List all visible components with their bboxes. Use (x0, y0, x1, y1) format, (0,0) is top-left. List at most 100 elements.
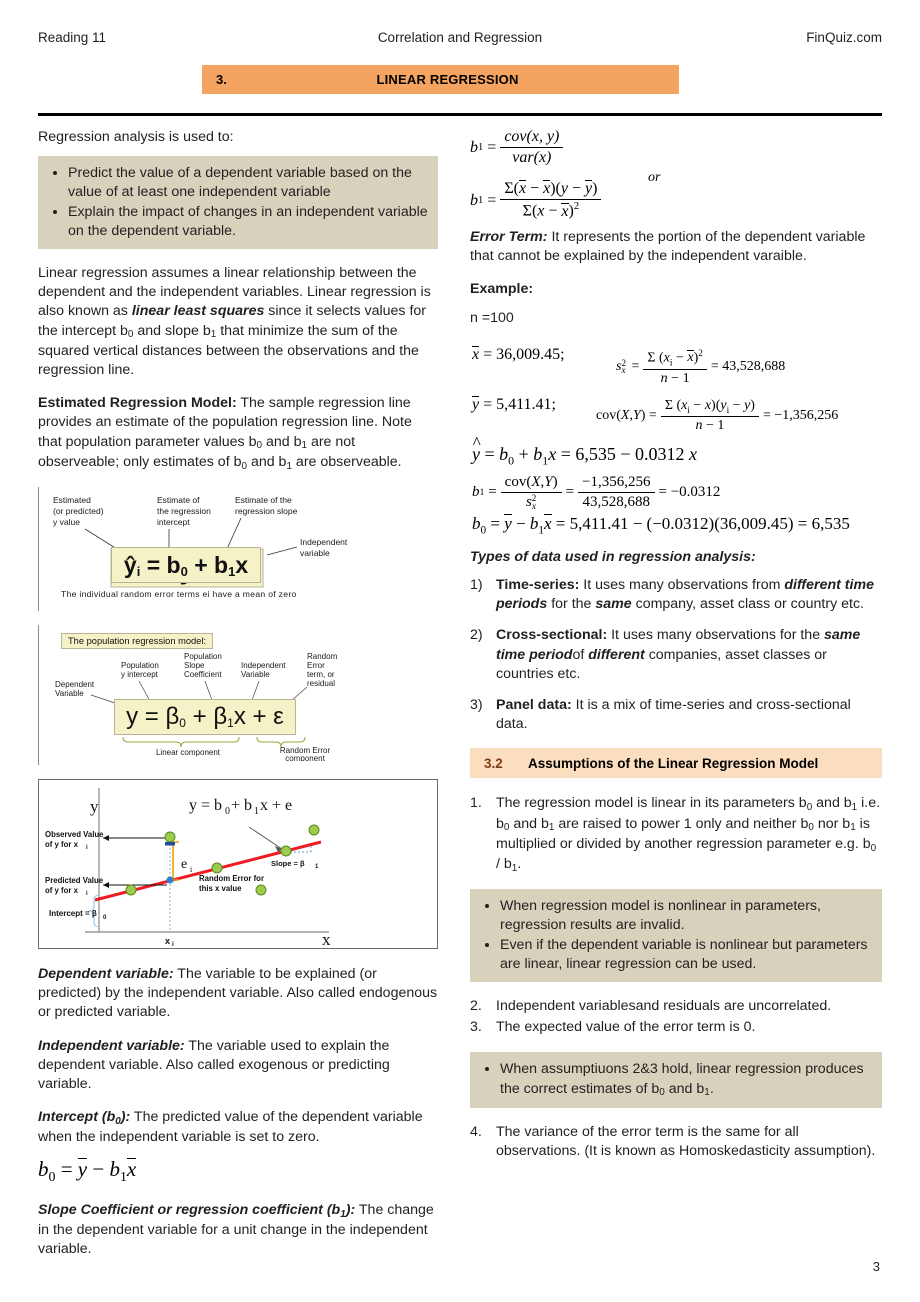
figure2-equation: y = β0 + β1x + ε (126, 703, 284, 731)
list-item-assumption-2: 2. Independent variablesand residuals are… (470, 997, 882, 1016)
subscript: 0 (870, 842, 877, 854)
text-fragment: nor b (813, 815, 851, 832)
emphasis-linear-least-squares: linear least squares (131, 303, 265, 320)
subscript: 0 (808, 822, 814, 834)
svg-text:this x value: this x value (199, 884, 242, 893)
figure-population-regression-model: The population regression model: Depende… (38, 625, 438, 766)
text-fragment: It uses many observations for the (607, 627, 825, 644)
example-label: Example: (470, 281, 534, 298)
callout-nonlinear-parameters: When regression model is nonlinear in pa… (470, 889, 882, 983)
svg-text:Predicted Value: Predicted Value (45, 876, 104, 885)
svg-text:Error: Error (307, 661, 325, 670)
subsection-number: 3.2 (484, 755, 503, 771)
subscript: 0 (256, 440, 263, 452)
list-marker: 1) (470, 577, 483, 594)
list-marker: 4. (470, 1123, 482, 1140)
list-item-time-series: 1) Time-series: It uses many observations… (470, 576, 882, 614)
svg-text:y intercept: y intercept (121, 670, 159, 679)
text-fragment: and slope b (133, 322, 211, 339)
svg-text:regression slope: regression slope (235, 506, 298, 516)
subscript: 0 (115, 1116, 121, 1128)
list-item: Explain the impact of changes in an inde… (68, 203, 428, 241)
subscript: 1 (851, 802, 858, 814)
text-fragment: are raised to power 1 only and neither b (554, 815, 809, 832)
assumptions-list-3: 4. The variance of the error term is the … (470, 1123, 882, 1161)
subscript: 1 (548, 822, 555, 834)
svg-text:Intercept = β: Intercept = β (49, 909, 97, 918)
equation-b1-definitions: b1 = cov(x, y) var(x) or b1 = Σ(x − x)(y … (470, 128, 882, 228)
svg-text:Independent: Independent (241, 661, 286, 670)
text-fragment: of (572, 646, 589, 663)
text-fragment: The expected value of the error term is … (496, 1019, 756, 1036)
text-fragment: for the (547, 596, 596, 613)
svg-text:intercept: intercept (157, 517, 190, 527)
term-label: Slope Coefficient or regression coeffici… (38, 1201, 341, 1218)
svg-text:Linear component: Linear component (156, 748, 221, 757)
svg-text:term, or: term, or (307, 670, 335, 679)
list-marker: 2) (470, 627, 483, 644)
svg-text:Slope: Slope (184, 661, 205, 670)
svg-text:Variable: Variable (55, 689, 84, 698)
paragraph-dependent-variable: Dependent variable: The variable to be e… (38, 965, 438, 1023)
text-fragment: It uses many observations from (579, 577, 785, 594)
text-fragment: and b (664, 1080, 705, 1097)
subscript: 1 (286, 460, 292, 472)
subscript: 1 (210, 329, 217, 341)
list-item-assumption-3: 3. The expected value of the error term i… (470, 1018, 882, 1037)
term-label: Time-series: (496, 577, 580, 594)
list-marker: 3. (470, 1019, 482, 1036)
list-item: When assumptiuons 2&3 hold, linear regre… (500, 1060, 872, 1099)
equation-b1-computed: b1 = cov(X,Y) s 2 x = −1,356,256 43,528,688 … (472, 473, 721, 511)
svg-text:x: x (322, 930, 331, 948)
term-label: Dependent variable: (38, 966, 174, 983)
subscript: 1 (704, 1087, 710, 1099)
svg-text:(or predicted): (or predicted) (53, 506, 104, 516)
term-label-end: ): (120, 1109, 131, 1126)
text-fragment: Independent variablesand residuals are u… (496, 998, 832, 1015)
svg-text:i: i (86, 845, 88, 851)
equation-intercept: b0 = y − b1x (38, 1156, 137, 1184)
svg-text:Estimate of: Estimate of (157, 495, 200, 505)
list-marker: 1. (470, 795, 482, 812)
term-label: Error Term: (470, 229, 548, 245)
subscript: 0 (503, 822, 510, 834)
example-math-block: x = 36,009.45; s2x = Σ (xi − x)2 n − 1 = … (470, 342, 882, 536)
svg-text:Random: Random (307, 652, 338, 661)
list-item-cross-sectional: 2) Cross-sectional: It uses many observat… (470, 626, 882, 684)
svg-text:y: y (90, 797, 99, 816)
term-label-end: ): (345, 1201, 356, 1218)
term-label: Panel data: (496, 697, 572, 714)
paragraph-estimated-regression-model: Estimated Regression Model: The sample r… (38, 394, 438, 473)
subscript: 0 (806, 802, 813, 814)
list-item: Predict the value of a dependent variabl… (68, 164, 428, 202)
callout-regression-uses: Predict the value of a dependent variabl… (38, 156, 438, 250)
svg-text:Population: Population (184, 652, 222, 661)
svg-text:0: 0 (225, 806, 230, 817)
figure1-footnote: The individual random error terms ei hav… (61, 589, 297, 600)
text-fragment: . (709, 1080, 714, 1097)
section-title: LINEAR REGRESSION (376, 72, 519, 87)
svg-text:Variable: Variable (241, 670, 270, 679)
svg-text:Coefficient: Coefficient (184, 670, 222, 679)
callout-assumptions-2-3: When assumptiuons 2&3 hold, linear regre… (470, 1052, 882, 1108)
svg-text:Observed Value: Observed Value (45, 830, 104, 839)
subsection-title: Assumptions of the Linear Regression Mod… (528, 755, 819, 771)
header-brand: FinQuiz.com (806, 30, 882, 45)
figure2-svg: Dependent Variable Population y intercep… (55, 652, 338, 761)
example-n-value: n =100 (470, 309, 514, 326)
svg-text:Slope = β: Slope = β (271, 859, 305, 868)
equation-yhat: y = b0 + b1x = 6,535 − 0.0312 x (472, 444, 697, 469)
svg-text:Estimated: Estimated (53, 495, 91, 505)
svg-text:i: i (172, 941, 174, 948)
text-fragment: company, asset class or country etc. (631, 596, 865, 613)
subscript: 1 (340, 1208, 346, 1220)
equation-cov: cov(X, Y) = Σ (xi − x)(yi − y) n − 1 = −1,… (596, 397, 839, 434)
svg-text:Population: Population (121, 661, 159, 670)
svg-text:Random Error for: Random Error for (199, 874, 264, 883)
intro-text: Regression analysis is used to: (38, 129, 234, 145)
figure-estimated-regression-model: Estimated (or predicted) y value Estimat… (38, 487, 438, 612)
text-fragment: and b (262, 433, 302, 450)
figure1-equation-box: ŷi = b0 + b1x (111, 547, 261, 584)
equation-xbar: x = 36,009.45; (472, 345, 565, 363)
svg-text:+ b: + b (231, 797, 252, 814)
